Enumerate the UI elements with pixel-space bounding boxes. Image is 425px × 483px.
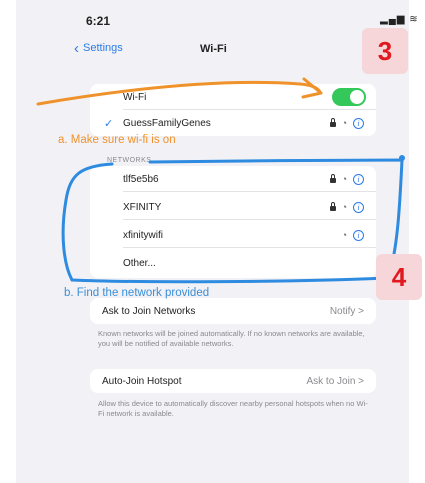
annotation-step-a: a. Make sure wi-fi is on xyxy=(58,134,176,146)
blue-outline-stroke xyxy=(61,158,404,284)
blue-outline-dot xyxy=(399,155,405,161)
orange-arrow-stroke xyxy=(36,80,322,106)
annotation-step-b: b. Find the network provided xyxy=(64,287,210,299)
step-badge-3: 3 xyxy=(362,28,408,74)
step-badge-4: 4 xyxy=(376,254,422,300)
annotation-overlay xyxy=(36,77,405,284)
